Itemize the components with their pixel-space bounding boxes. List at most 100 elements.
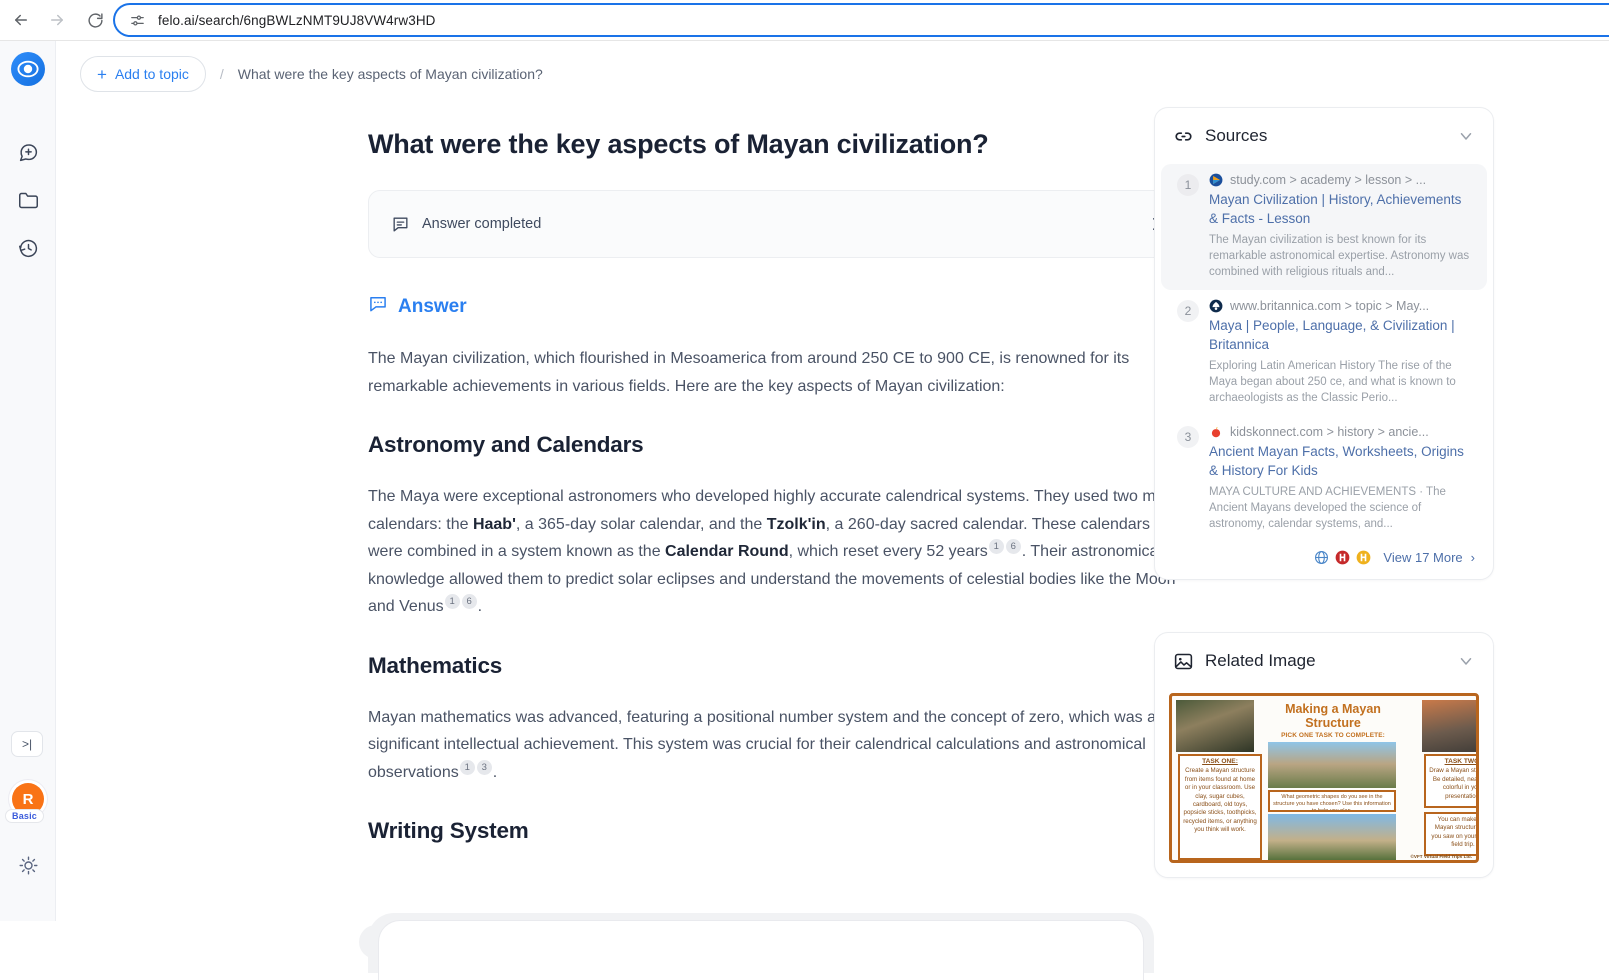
worksheet-subtitle: PICK ONE TASK TO COMPLETE: — [1281, 732, 1385, 739]
sources-card: Sources 1 study.com > academy > lesson >… — [1154, 107, 1494, 580]
add-to-topic-button[interactable]: + Add to topic — [80, 56, 206, 92]
view-more-chevron[interactable]: › — [1471, 550, 1475, 565]
arrow-left-icon — [15, 14, 27, 26]
worksheet-photo-palenque — [1176, 700, 1254, 752]
source-title[interactable]: Maya | People, Language, & Civilization … — [1209, 316, 1471, 354]
text-run: , which reset every 52 years — [788, 543, 988, 560]
breadcrumb-separator: / — [219, 66, 224, 82]
answer-intro-paragraph: The Mayan civilization, which flourished… — [368, 350, 1130, 395]
related-image-thumbnail[interactable]: Making a Mayan Structure PICK ONE TASK T… — [1169, 693, 1479, 863]
worksheet-title: Making a Mayan Structure — [1285, 702, 1381, 730]
study-com-favicon — [1209, 173, 1223, 187]
sources-card-header[interactable]: Sources — [1155, 108, 1493, 164]
source-domain: study.com > academy > lesson > ... — [1230, 173, 1427, 187]
source-snippet: Exploring Latin American History The ris… — [1209, 360, 1456, 404]
source-item[interactable]: 2 www.britannica.com > topic > May... Ma — [1161, 290, 1487, 416]
plus-icon: + — [97, 64, 107, 84]
new-chat-plus-icon — [19, 143, 37, 161]
source-snippet: MAYA CULTURE AND ACHIEVEMENTS · The Anci… — [1209, 486, 1446, 530]
chevron-down-icon[interactable] — [1457, 127, 1475, 145]
source-domain-row: kidskonnect.com > history > ancie... — [1209, 425, 1471, 439]
source-index: 3 — [1177, 426, 1199, 448]
chevron-down-icon[interactable] — [1457, 652, 1475, 670]
sidebar-expand-button[interactable]: >| — [11, 731, 43, 757]
source-title[interactable]: Ancient Mayan Facts, Worksheets, Origins… — [1209, 442, 1471, 480]
source-index: 1 — [1177, 174, 1199, 196]
worksheet-task-one-box: TASK ONE: Create a Mayan structure from … — [1178, 754, 1262, 860]
section-heading-astronomy: Astronomy and Calendars — [368, 432, 644, 457]
text-run: . — [492, 763, 498, 781]
breadcrumb-bar: + Add to topic / What were the key aspec… — [56, 41, 1609, 107]
page-title: What were the key aspects of Mayan civil… — [368, 129, 989, 159]
kidskonnect-favicon — [1209, 425, 1223, 439]
source-domain-row: study.com > academy > lesson > ... — [1209, 173, 1471, 187]
app-logo[interactable] — [11, 52, 45, 86]
text-run: , a 365-day solar calendar, and the — [515, 515, 767, 533]
globe-favicon — [1314, 550, 1329, 565]
section-paragraph-astronomy: The Maya were exceptional astronomers wh… — [368, 483, 1188, 621]
text-run: . — [477, 598, 483, 615]
history-alt-favicon — [1356, 550, 1371, 565]
citation-badge[interactable]: 1 — [459, 759, 475, 775]
source-title[interactable]: Mayan Civilization | History, Achievemen… — [1209, 190, 1471, 228]
citation-badge[interactable]: 3 — [476, 759, 492, 775]
worksheet-note-box: You can make any Mayan structure that yo… — [1424, 812, 1476, 856]
source-domain: www.britannica.com > topic > May... — [1230, 299, 1430, 313]
left-sidebar: >| R Basic — [0, 41, 56, 921]
sun-icon — [18, 855, 38, 875]
term-haab: Haab' — [472, 515, 516, 533]
citation-badge[interactable]: 6 — [1005, 539, 1021, 554]
section-heading-mathematics: Mathematics — [368, 652, 503, 678]
app-shell: >| R Basic + Add to topic / What were th… — [0, 41, 1609, 980]
term-tzolkin: Tzolk'in — [766, 515, 826, 533]
address-bar[interactable]: felo.ai/search/6ngBWLzNMT9UJ8VW4rw3HD — [113, 3, 1609, 37]
browser-reload-button[interactable] — [80, 5, 110, 35]
term-calendar-round: Calendar Round — [665, 543, 789, 560]
worksheet-task-two-body: Draw a Mayan structure. Be detailed, nea… — [1429, 767, 1479, 800]
related-image-header[interactable]: Related Image — [1155, 633, 1493, 689]
arrow-right-icon — [51, 14, 63, 26]
reload-icon — [87, 12, 103, 28]
history-com-favicon — [1335, 550, 1350, 565]
sidebar-item-collections[interactable] — [12, 184, 44, 216]
source-item[interactable]: 3 kidskonnect.com > history > ancie... A… — [1161, 416, 1487, 542]
answer-section-header: Answer — [368, 294, 1188, 319]
answer-status-card[interactable]: Answer completed — [368, 190, 1188, 258]
view-more-row[interactable]: View 17 More › — [1155, 542, 1493, 569]
felo-logo-icon — [17, 60, 39, 78]
worksheet-task-two-box: TASK TWO: Draw a Mayan structure. Be det… — [1424, 754, 1479, 808]
plan-badge: Basic — [5, 809, 45, 823]
source-domain-row: www.britannica.com > topic > May... — [1209, 299, 1471, 313]
worksheet-task-one-heading: TASK ONE: — [1202, 758, 1238, 765]
composer-input-bar[interactable] — [378, 920, 1144, 980]
add-to-topic-label: Add to topic — [114, 66, 189, 82]
browser-forward-button[interactable] — [42, 5, 72, 35]
site-settings-icon[interactable] — [129, 12, 146, 29]
answer-status-label: Answer completed — [422, 216, 542, 232]
worksheet-photo-uxmal — [1268, 742, 1396, 788]
theme-toggle-button[interactable] — [12, 849, 44, 881]
citation-badge[interactable]: 1 — [988, 539, 1004, 554]
source-domain: kidskonnect.com > history > ancie... — [1230, 425, 1429, 439]
citation-badge[interactable]: 6 — [461, 594, 477, 609]
worksheet-task-two-heading: TASK TWO: — [1444, 758, 1479, 765]
link-icon — [1173, 126, 1194, 147]
worksheet-prompt-box: What geometric shapes do you see in the … — [1268, 790, 1396, 812]
breadcrumb-title[interactable]: What were the key aspects of Mayan civil… — [238, 66, 543, 82]
citation-badge[interactable]: 1 — [444, 594, 460, 609]
right-panel: Sources 1 study.com > academy > lesson >… — [1154, 107, 1494, 921]
related-image-card: Related Image Making a Mayan Structure P… — [1154, 632, 1494, 878]
sidebar-item-history[interactable] — [12, 232, 44, 264]
source-index: 2 — [1177, 300, 1199, 322]
related-image-title: Related Image — [1205, 651, 1316, 670]
view-more-label[interactable]: View 17 More — [1383, 550, 1462, 565]
source-item[interactable]: 1 study.com > academy > lesson > ... May — [1161, 164, 1487, 290]
sidebar-item-new-chat[interactable] — [12, 136, 44, 168]
answer-chat-icon — [368, 294, 388, 319]
worksheet-photo-chichen-itza — [1422, 700, 1476, 752]
britannica-favicon — [1209, 299, 1223, 313]
user-account[interactable]: R Basic — [5, 783, 48, 835]
answer-label: Answer — [398, 295, 467, 317]
folder-icon — [18, 192, 38, 208]
browser-back-button[interactable] — [6, 5, 36, 35]
